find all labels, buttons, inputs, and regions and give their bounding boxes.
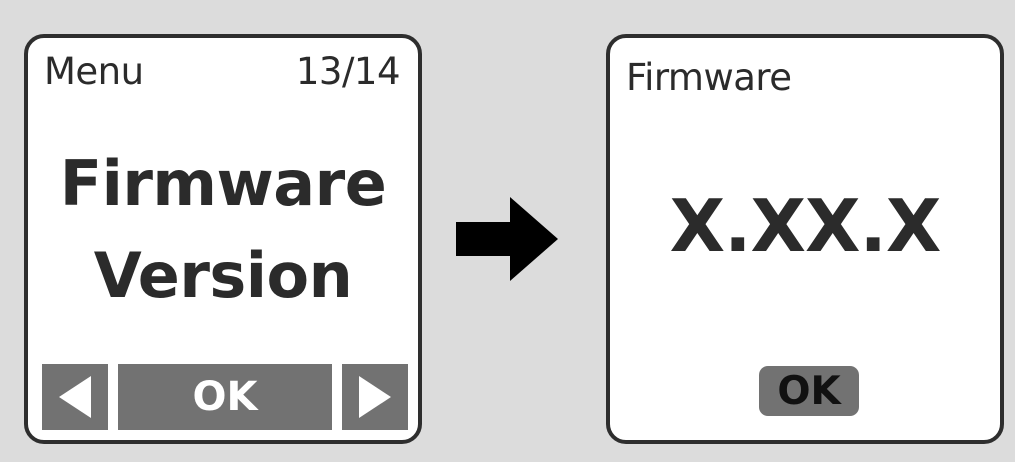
ok-button[interactable]: OK <box>118 364 332 430</box>
softkey-bar: OK <box>42 364 408 430</box>
firmware-version-value: X.XX.X <box>669 184 942 268</box>
triangle-left-icon <box>59 376 91 418</box>
menu-counter: 13/14 <box>295 50 401 93</box>
menu-item-line-1: Firmware <box>59 147 387 220</box>
firmware-title: Firmware <box>626 56 792 99</box>
diagram-canvas: Menu 13/14 Firmware Version OK Firmware … <box>0 0 1015 462</box>
next-button[interactable] <box>342 364 408 430</box>
menu-item-label: Firmware Version <box>28 138 418 322</box>
menu-title: Menu <box>44 50 144 93</box>
firmware-screen: Firmware X.XX.X OK <box>606 34 1004 444</box>
previous-button[interactable] <box>42 364 108 430</box>
arrow-right-icon <box>456 197 558 281</box>
firmware-ok-button[interactable]: OK <box>759 366 859 416</box>
menu-screen: Menu 13/14 Firmware Version OK <box>24 34 422 444</box>
menu-item-line-2: Version <box>93 239 353 312</box>
triangle-right-icon <box>359 376 391 418</box>
